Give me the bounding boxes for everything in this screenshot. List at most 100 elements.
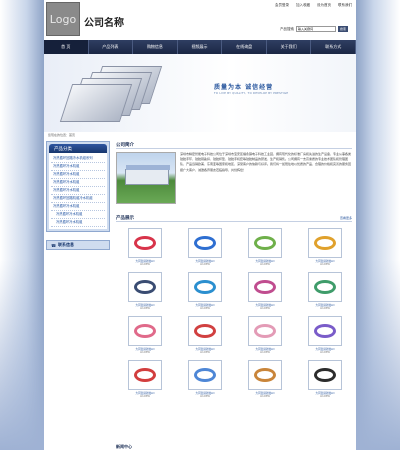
product-code: LD-DEW [140, 307, 150, 310]
phone-icon: ☎ [51, 242, 56, 248]
wristband-icon [254, 236, 276, 250]
intro-section: 深圳市精密智能电子科技公司位于深圳市宝安区福永镇电子科技工业园，拥有现代化的标准… [116, 152, 352, 204]
category-item[interactable]: 冷热循环冷水机组 [51, 179, 105, 187]
product-card[interactable]: 大同变频硅胶LD LD-DEW [120, 316, 170, 354]
wristband-icon [254, 280, 276, 294]
product-code: LD-DEW [140, 351, 150, 354]
wristband-icon [134, 236, 156, 250]
category-item[interactable]: 冷热循环冷水机组 [51, 203, 105, 211]
product-card[interactable]: 大同变频硅胶LD LD-DEW [180, 228, 230, 266]
product-image[interactable] [188, 272, 222, 302]
wristband-icon [134, 368, 156, 382]
category-item[interactable]: 冷热循环回路机组冷水机组 [51, 195, 105, 203]
nav-item-about[interactable]: 关于我们 [267, 40, 312, 54]
company-name: 公司名称 [84, 18, 124, 29]
nav-item-contact[interactable]: 联系方式 [311, 40, 357, 54]
product-card[interactable]: 大同变频硅胶LD LD-DEW [300, 272, 350, 310]
wristband-icon [314, 324, 336, 338]
nav-item-inquiry[interactable]: 在线询盘 [222, 40, 267, 54]
banner: 质量为本 诚信经营 TO LIVE BY QUALITY, TO DEVELOP… [44, 54, 356, 132]
product-image[interactable] [308, 360, 342, 390]
intro-header: 公司简介 [116, 141, 352, 149]
product-card[interactable]: 大同变频硅胶LD LD-DEW [180, 272, 230, 310]
product-card[interactable]: 大同变频硅胶LD LD-DEW [120, 228, 170, 266]
main-content: 公司简介 深圳市精密智能电子科技公司位于深圳市宝安区福永镇电子科技工业园，拥有现… [116, 141, 352, 398]
top-links: 会员登录 加入收藏 设为首页 联系我们 [275, 3, 352, 8]
product-card[interactable]: 大同变频硅胶LD LD-DEW [120, 272, 170, 310]
category-item[interactable]: 冷热循环回路冷水机组系列 [51, 155, 105, 163]
product-image[interactable] [248, 360, 282, 390]
product-code: LD-DEW [200, 395, 210, 398]
category-item[interactable]: 冷热循环冷水机组 [51, 163, 105, 171]
banner-laptop-stack-image [56, 64, 166, 124]
top-link-homepage[interactable]: 设为首页 [317, 3, 331, 8]
nav-item-home[interactable]: 首 页 [44, 40, 89, 54]
category-item[interactable]: 冷热循环冷水机组 [51, 171, 105, 179]
product-image[interactable] [128, 272, 162, 302]
product-card[interactable]: 大同变频硅胶LD LD-DEW [240, 316, 290, 354]
product-code: LD-DEW [200, 351, 210, 354]
wristband-icon [194, 368, 216, 382]
search-input[interactable] [296, 26, 336, 32]
factory-image [116, 152, 176, 204]
contact-title: 联系信息 [57, 242, 74, 247]
nav-item-products[interactable]: 产品列表 [89, 40, 134, 54]
top-link-login[interactable]: 会员登录 [275, 3, 289, 8]
product-grid: 大同变频硅胶LD LD-DEW 大同变频硅胶LD LD-DEW 大同变频硅胶LD LD-D… [116, 228, 352, 398]
product-image[interactable] [128, 316, 162, 346]
category-subitem[interactable]: 冷热循环冷水机组 [51, 219, 105, 227]
product-image[interactable] [128, 228, 162, 258]
product-image[interactable] [248, 272, 282, 302]
product-card[interactable]: 大同变频硅胶LD LD-DEW [300, 316, 350, 354]
product-card[interactable]: 大同变频硅胶LD LD-DEW [300, 360, 350, 398]
header: Logo 公司名称 会员登录 加入收藏 设为首页 联系我们 产品搜索 搜索 [44, 0, 356, 40]
product-image[interactable] [308, 228, 342, 258]
products-title: 产品展示 [116, 215, 134, 221]
product-image[interactable] [248, 228, 282, 258]
wristband-icon [254, 324, 276, 338]
product-card[interactable]: 大同变频硅胶LD LD-DEW [240, 272, 290, 310]
search-bar: 产品搜索 搜索 [280, 26, 348, 32]
product-card[interactable]: 大同变频硅胶LD LD-DEW [240, 360, 290, 398]
page: Logo 公司名称 会员登录 加入收藏 设为首页 联系我们 产品搜索 搜索 首 … [44, 0, 357, 450]
product-image[interactable] [308, 316, 342, 346]
product-code: LD-DEW [260, 263, 270, 266]
search-label: 产品搜索 [280, 26, 294, 31]
wristband-icon [134, 324, 156, 338]
banner-subtitle: TO LIVE BY QUALITY, TO DEVELOP BY PRESTI… [214, 92, 289, 95]
products-header: 产品展示 查看更多 [116, 214, 352, 222]
product-card[interactable]: 大同变频硅胶LD LD-DEW [180, 316, 230, 354]
intro-text: 深圳市精密智能电子科技公司位于深圳市宝安区福永镇电子科技工业园，拥有现代化的标准… [180, 152, 352, 172]
product-image[interactable] [128, 360, 162, 390]
wristband-icon [134, 280, 156, 294]
products-more-link[interactable]: 查看更多 [340, 216, 352, 220]
product-card[interactable]: 大同变频硅胶LD LD-DEW [240, 228, 290, 266]
product-code: LD-DEW [320, 307, 330, 310]
product-code: LD-DEW [320, 395, 330, 398]
product-image[interactable] [188, 316, 222, 346]
intro-title: 公司简介 [116, 142, 134, 148]
search-button[interactable]: 搜索 [338, 26, 348, 32]
product-image[interactable] [188, 228, 222, 258]
nav-item-video[interactable]: 视频展示 [178, 40, 223, 54]
product-image[interactable] [308, 272, 342, 302]
banner-slogan: 质量为本 诚信经营 [214, 84, 274, 91]
product-card[interactable]: 大同变频硅胶LD LD-DEW [120, 360, 170, 398]
product-card[interactable]: 大同变频硅胶LD LD-DEW [180, 360, 230, 398]
product-code: LD-DEW [200, 263, 210, 266]
contact-box[interactable]: ☎ 联系信息 [46, 240, 110, 250]
news-title: 新闻中心 [116, 444, 132, 449]
category-item[interactable]: 冷热循环冷水机组 [51, 187, 105, 195]
product-card[interactable]: 大同变频硅胶LD LD-DEW [300, 228, 350, 266]
top-link-contact[interactable]: 联系我们 [338, 3, 352, 8]
product-image[interactable] [188, 360, 222, 390]
product-image[interactable] [248, 316, 282, 346]
top-link-favorite[interactable]: 加入收藏 [296, 3, 310, 8]
main-nav: 首 页 产品列表 购物信息 视频展示 在线询盘 关于我们 联系方式 [44, 40, 357, 54]
product-code: LD-DEW [140, 263, 150, 266]
product-code: LD-DEW [260, 395, 270, 398]
category-subitem[interactable]: 冷热循环冷水机组 [51, 211, 105, 219]
wristband-icon [194, 236, 216, 250]
logo[interactable]: Logo [46, 2, 80, 36]
nav-item-shopping[interactable]: 购物信息 [133, 40, 178, 54]
